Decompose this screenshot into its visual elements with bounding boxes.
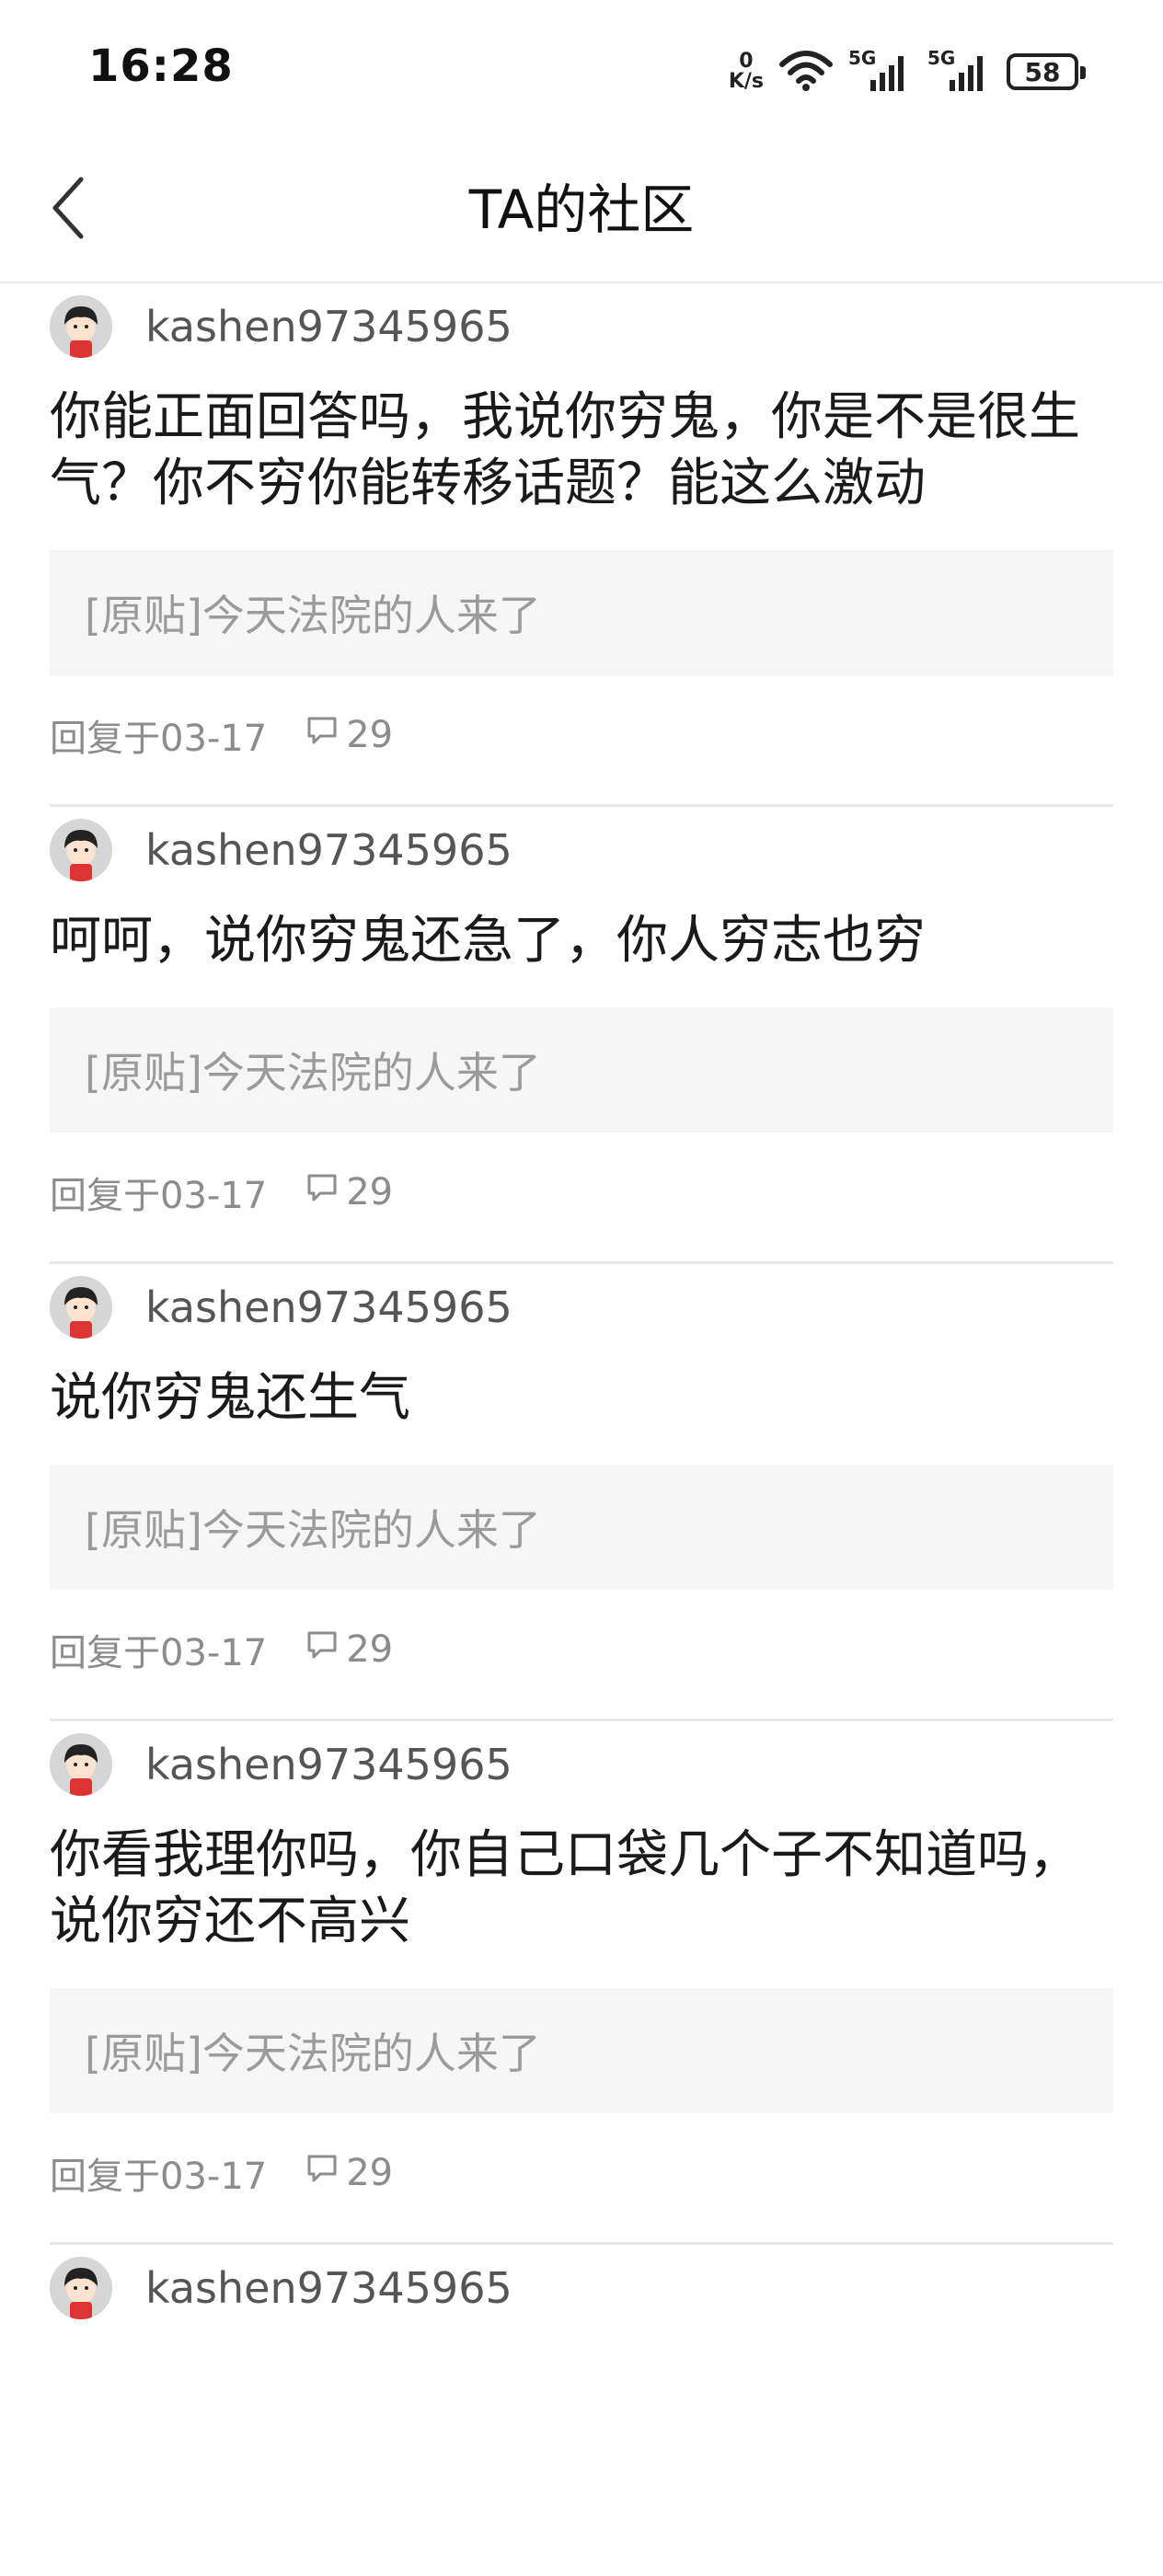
comment-count-value: 29 — [346, 1171, 394, 1213]
comment-count-value: 29 — [346, 714, 394, 756]
wifi-icon — [778, 48, 834, 96]
comment-count[interactable]: 29 — [305, 714, 393, 756]
reply-content: 你看我理你吗，你自己口袋几个子不知道吗，说你穷还不高兴 — [50, 1825, 1080, 1951]
comment-bubble-icon — [305, 714, 346, 756]
reply-date: 回复于03-17 — [50, 2156, 268, 2198]
signal-type-label: 5G — [927, 47, 956, 69]
list-item[interactable]: kashen97345965 呵呵，说你穷鬼还急了，你人穷志也穷 [原贴]今天法… — [50, 816, 1113, 1264]
username[interactable]: kashen97345965 — [145, 302, 512, 351]
post-author: kashen97345965 — [50, 293, 1113, 361]
comment-count[interactable]: 29 — [305, 1628, 393, 1671]
post-meta: 回复于03-17 29 — [50, 703, 1113, 767]
avatar[interactable] — [50, 1733, 112, 1796]
post-meta: 回复于03-17 29 — [50, 2141, 1113, 2205]
cellular-signal-icon: 5G — [848, 47, 913, 93]
original-post-quote[interactable]: [原贴]今天法院的人来了 — [50, 1465, 1113, 1590]
comment-bubble-icon — [305, 2152, 346, 2194]
post-author: kashen97345965 — [50, 816, 1113, 884]
signal-type-label: 5G — [848, 47, 877, 69]
username[interactable]: kashen97345965 — [145, 1282, 512, 1332]
comment-bubble-icon — [305, 1171, 346, 1213]
avatar[interactable] — [50, 1276, 112, 1339]
reply-content: 你能正面回答吗，我说你穷鬼，你是不是很生气？你不穷你能转移话题？能这么激动 — [50, 387, 1080, 513]
post-author: kashen97345965 — [50, 1273, 1113, 1341]
avatar[interactable] — [50, 295, 112, 358]
status-bar: 16:28 0 K/s 5G 5G 58 — [0, 0, 1163, 138]
status-icons: 0 K/s 5G 5G 58 — [729, 46, 1086, 98]
post-meta: 回复于03-17 29 — [50, 1617, 1113, 1682]
original-post-quote[interactable]: [原贴]今天法院的人来了 — [50, 1988, 1113, 2113]
comment-count[interactable]: 29 — [305, 2152, 393, 2194]
username[interactable]: kashen97345965 — [145, 2263, 512, 2313]
username[interactable]: kashen97345965 — [145, 1740, 512, 1789]
battery-icon: 58 — [1007, 53, 1086, 90]
original-post-quote[interactable]: [原贴]今天法院的人来了 — [50, 1007, 1113, 1133]
battery-level: 58 — [1024, 56, 1061, 87]
list-item[interactable]: kashen97345965 说你穷鬼还生气 [原贴]今天法院的人来了 回复于0… — [50, 1273, 1113, 1721]
reply-content: 说你穷鬼还生气 — [50, 1368, 410, 1428]
network-speed: 0 K/s — [729, 52, 764, 92]
list-item[interactable]: kashen97345965 — [50, 2254, 1113, 2322]
username[interactable]: kashen97345965 — [145, 825, 512, 875]
comment-count-value: 29 — [346, 2152, 394, 2194]
avatar[interactable] — [50, 2257, 112, 2319]
reply-content: 呵呵，说你穷鬼还急了，你人穷志也穷 — [50, 911, 926, 971]
post-author: kashen97345965 — [50, 2254, 1113, 2322]
status-time: 16:28 — [88, 40, 234, 92]
reply-date: 回复于03-17 — [50, 718, 268, 760]
original-post-quote[interactable]: [原贴]今天法院的人来了 — [50, 550, 1113, 675]
comment-bubble-icon — [305, 1628, 346, 1671]
list-item[interactable]: kashen97345965 你能正面回答吗，我说你穷鬼，你是不是很生气？你不穷… — [50, 293, 1113, 807]
page-title: TA的社区 — [468, 178, 695, 241]
network-speed-unit: K/s — [728, 70, 764, 93]
reply-date: 回复于03-17 — [50, 1175, 268, 1217]
avatar[interactable] — [50, 819, 112, 881]
reply-feed: kashen97345965 你能正面回答吗，我说你穷鬼，你是不是很生气？你不穷… — [0, 283, 1163, 2322]
post-author: kashen97345965 — [50, 1731, 1113, 1799]
network-speed-value: 0 — [739, 50, 754, 73]
post-meta: 回复于03-17 29 — [50, 1160, 1113, 1225]
comment-count-value: 29 — [346, 1628, 394, 1671]
cellular-signal-icon: 5G — [927, 47, 992, 93]
page-header: TA的社区 — [0, 138, 1163, 283]
reply-date: 回复于03-17 — [50, 1632, 268, 1674]
list-item[interactable]: kashen97345965 你看我理你吗，你自己口袋几个子不知道吗，说你穷还不… — [50, 1731, 1113, 2245]
comment-count[interactable]: 29 — [305, 1171, 393, 1213]
